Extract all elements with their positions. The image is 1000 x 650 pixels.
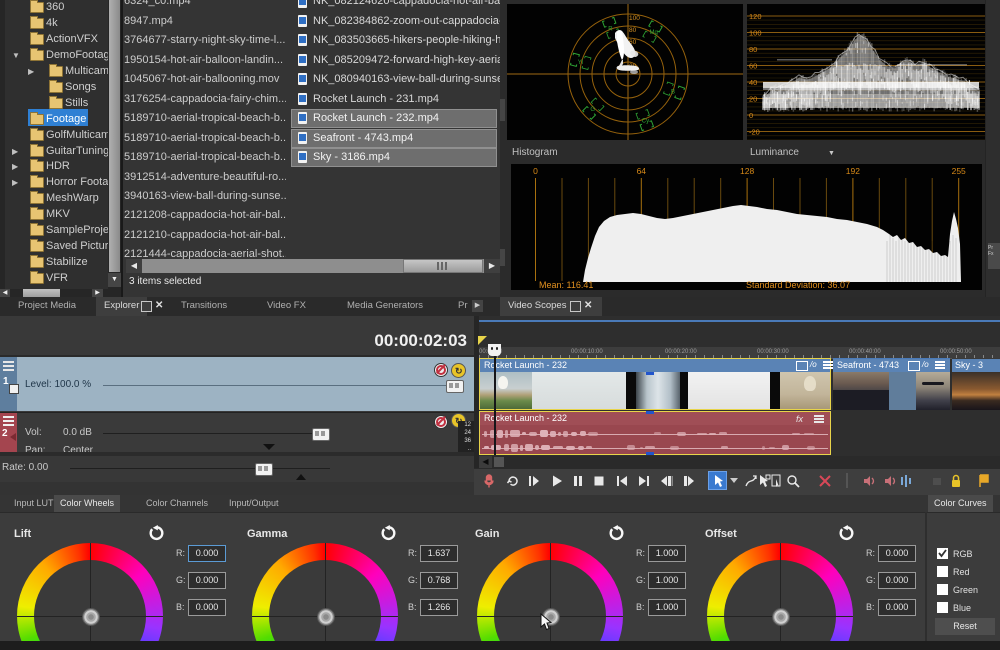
svg-text:255: 255 [952,166,966,176]
svg-text:80: 80 [629,27,637,34]
svg-text:Yl: Yl [578,60,583,66]
svg-text:128: 128 [740,166,754,176]
svg-text:Standard Deviation: 36.07: Standard Deviation: 36.07 [746,280,850,290]
svg-text:60: 60 [749,62,757,71]
svg-text:20: 20 [749,95,757,104]
svg-text:Mg: Mg [650,30,658,36]
svg-text:Mean: 116.41: Mean: 116.41 [539,280,593,290]
svg-text:R: R [608,27,613,33]
svg-text:Cy: Cy [642,119,649,125]
svg-text:80: 80 [749,45,757,54]
svg-text:120: 120 [749,12,762,21]
svg-text:100: 100 [629,15,640,22]
svg-text:64: 64 [637,166,647,176]
svg-text:100: 100 [749,29,762,38]
svg-text:G: G [590,107,595,113]
svg-text:B: B [671,89,675,95]
svg-text:-20: -20 [749,128,760,137]
svg-text:192: 192 [846,166,860,176]
svg-text:40: 40 [749,78,757,87]
svg-text:0: 0 [533,166,538,176]
svg-text:0: 0 [749,111,753,120]
